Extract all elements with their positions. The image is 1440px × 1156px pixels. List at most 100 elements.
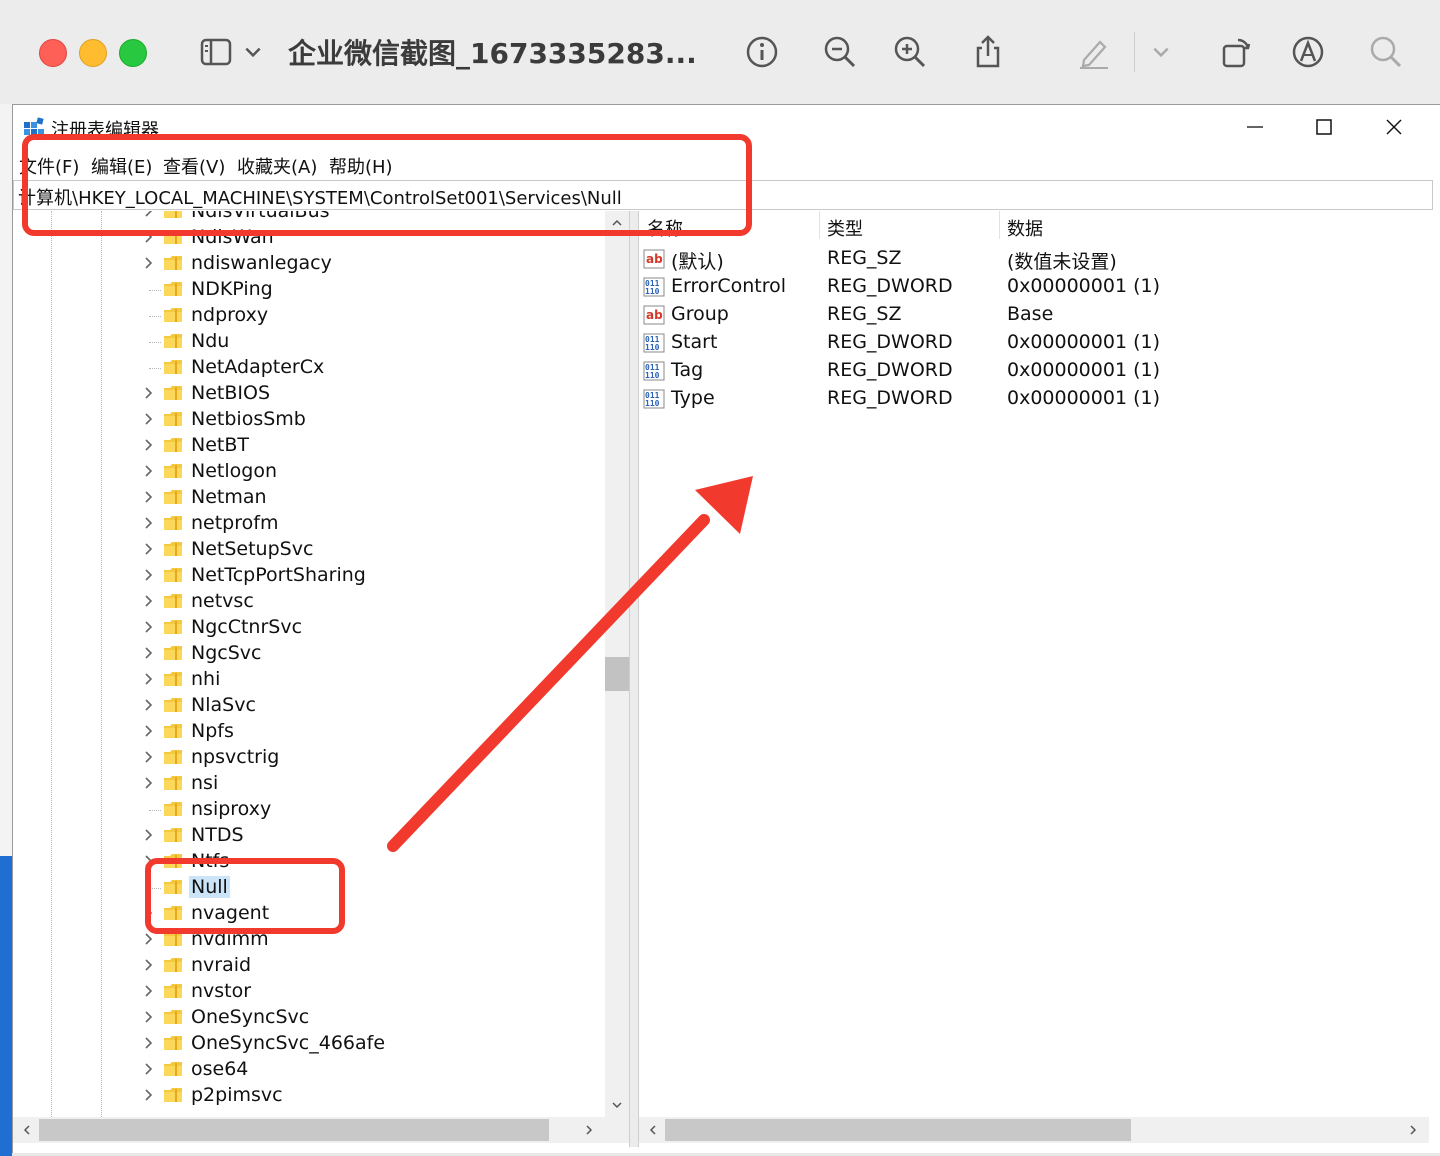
- chevron-right-icon[interactable]: [142, 1010, 156, 1024]
- tree-item[interactable]: ndproxy: [13, 303, 605, 329]
- chevron-right-icon[interactable]: [142, 256, 156, 270]
- chevron-right-icon[interactable]: [142, 724, 156, 738]
- tree-item[interactable]: nsiproxy: [13, 797, 605, 823]
- info-button[interactable]: [740, 30, 784, 74]
- tree-horizontal-scrollbar[interactable]: [13, 1117, 629, 1143]
- zoom-in-button[interactable]: [888, 30, 932, 74]
- folder-icon: [164, 594, 182, 608]
- folder-icon: [164, 620, 182, 634]
- chevron-right-icon[interactable]: [142, 1088, 156, 1102]
- chevron-right-icon[interactable]: [142, 958, 156, 972]
- tree-horizontal-scroll-thumb[interactable]: [39, 1119, 549, 1141]
- tree-item[interactable]: NDKPing: [13, 277, 605, 303]
- share-button[interactable]: [966, 30, 1010, 74]
- tree-item[interactable]: Ndu: [13, 329, 605, 355]
- rotate-button[interactable]: [1214, 30, 1258, 74]
- chevron-right-icon[interactable]: [142, 1062, 156, 1076]
- tree-item[interactable]: netvsc: [13, 589, 605, 615]
- close-window-button[interactable]: [39, 39, 67, 67]
- tree-item[interactable]: NetAdapterCx: [13, 355, 605, 381]
- chevron-right-icon[interactable]: [142, 1036, 156, 1050]
- chevron-right-icon[interactable]: [142, 698, 156, 712]
- chevron-right-icon[interactable]: [142, 438, 156, 452]
- chevron-right-icon[interactable]: [142, 984, 156, 998]
- scroll-right-button[interactable]: [579, 1120, 599, 1140]
- scroll-down-button[interactable]: [607, 1095, 627, 1115]
- column-header-data[interactable]: 数据: [1007, 215, 1043, 241]
- markup-button[interactable]: [1286, 30, 1330, 74]
- value-row[interactable]: 011 110 Tag REG_DWORD 0x00000001 (1): [639, 357, 1429, 385]
- chevron-right-icon[interactable]: [142, 776, 156, 790]
- close-button[interactable]: [1372, 111, 1416, 143]
- tree-item[interactable]: ndiswanlegacy: [13, 251, 605, 277]
- chevron-right-icon[interactable]: [142, 646, 156, 660]
- chevron-right-icon[interactable]: [142, 828, 156, 842]
- tree-item[interactable]: NTDS: [13, 823, 605, 849]
- maximize-icon: [1316, 119, 1332, 135]
- sidebar-menu-button[interactable]: [238, 30, 268, 74]
- list-horizontal-scrollbar[interactable]: [639, 1117, 1429, 1143]
- minimize-button[interactable]: [1233, 111, 1277, 143]
- tree-item-label: ose64: [191, 1058, 249, 1080]
- tree-item[interactable]: npsvctrig: [13, 745, 605, 771]
- fullscreen-window-button[interactable]: [119, 39, 147, 67]
- tree-item[interactable]: nvstor: [13, 979, 605, 1005]
- minimize-window-button[interactable]: [79, 39, 107, 67]
- tree-item[interactable]: Netman: [13, 485, 605, 511]
- chevron-right-icon[interactable]: [142, 750, 156, 764]
- tree-item[interactable]: NetbiosSmb: [13, 407, 605, 433]
- list-horizontal-scroll-thumb[interactable]: [665, 1119, 1131, 1141]
- value-row[interactable]: ab Group REG_SZ Base: [639, 301, 1429, 329]
- scroll-left-button[interactable]: [643, 1120, 663, 1140]
- tree-item[interactable]: NetSetupSvc: [13, 537, 605, 563]
- maximize-button[interactable]: [1302, 111, 1346, 143]
- scroll-left-button[interactable]: [17, 1120, 37, 1140]
- chevron-right-icon[interactable]: [142, 464, 156, 478]
- tree-item[interactable]: ose64: [13, 1057, 605, 1083]
- tree-item[interactable]: OneSyncSvc: [13, 1005, 605, 1031]
- sidebar-toggle-button[interactable]: [194, 30, 238, 74]
- tree-item[interactable]: Npfs: [13, 719, 605, 745]
- markup-menu-button[interactable]: [1146, 30, 1176, 74]
- binary-value-icon: 011110: [643, 277, 665, 297]
- value-data: 0x00000001 (1): [1007, 331, 1160, 353]
- tree-item[interactable]: NlaSvc: [13, 693, 605, 719]
- tree-item[interactable]: NetBIOS: [13, 381, 605, 407]
- value-row[interactable]: 011 110 Start REG_DWORD 0x00000001 (1): [639, 329, 1429, 357]
- tree-vertical-scrollbar[interactable]: [605, 211, 629, 1119]
- tree-item[interactable]: nvraid: [13, 953, 605, 979]
- scroll-right-button[interactable]: [1403, 1120, 1423, 1140]
- tree-item[interactable]: NgcSvc: [13, 641, 605, 667]
- tree-item[interactable]: nhi: [13, 667, 605, 693]
- chevron-right-icon[interactable]: [142, 672, 156, 686]
- chevron-right-icon[interactable]: [142, 594, 156, 608]
- tree-vertical-scroll-thumb[interactable]: [605, 657, 629, 691]
- chevron-right-icon[interactable]: [142, 490, 156, 504]
- value-row[interactable]: ab (默认) REG_SZ (数值未设置): [639, 245, 1429, 273]
- tree-item[interactable]: OneSyncSvc_466afe: [13, 1031, 605, 1057]
- pane-splitter[interactable]: [629, 211, 639, 1147]
- chevron-right-icon[interactable]: [142, 542, 156, 556]
- chevron-right-icon[interactable]: [142, 620, 156, 634]
- column-header-type[interactable]: 类型: [827, 215, 863, 241]
- tree-item[interactable]: NetBT: [13, 433, 605, 459]
- tree-item[interactable]: netprofm: [13, 511, 605, 537]
- column-divider[interactable]: [819, 211, 820, 239]
- tree-item[interactable]: NetTcpPortSharing: [13, 563, 605, 589]
- search-button[interactable]: [1364, 30, 1408, 74]
- column-divider[interactable]: [999, 211, 1000, 239]
- tree-item[interactable]: p2pimsvc: [13, 1083, 605, 1109]
- value-row[interactable]: 011 110 Type REG_DWORD 0x00000001 (1): [639, 385, 1429, 413]
- chevron-right-icon[interactable]: [142, 386, 156, 400]
- chevron-right-icon[interactable]: [142, 412, 156, 426]
- chevron-right-icon[interactable]: [142, 516, 156, 530]
- value-row[interactable]: 011 110 ErrorControl REG_DWORD 0x00000001 (1…: [639, 273, 1429, 301]
- tree-item[interactable]: NgcCtnrSvc: [13, 615, 605, 641]
- value-type: REG_DWORD: [827, 331, 953, 353]
- markup-pen-button[interactable]: [1072, 30, 1116, 74]
- zoom-out-button[interactable]: [818, 30, 862, 74]
- chevron-right-icon[interactable]: [142, 568, 156, 582]
- tree-item[interactable]: nsi: [13, 771, 605, 797]
- tree-item[interactable]: Netlogon: [13, 459, 605, 485]
- chevron-right-icon[interactable]: [142, 932, 156, 946]
